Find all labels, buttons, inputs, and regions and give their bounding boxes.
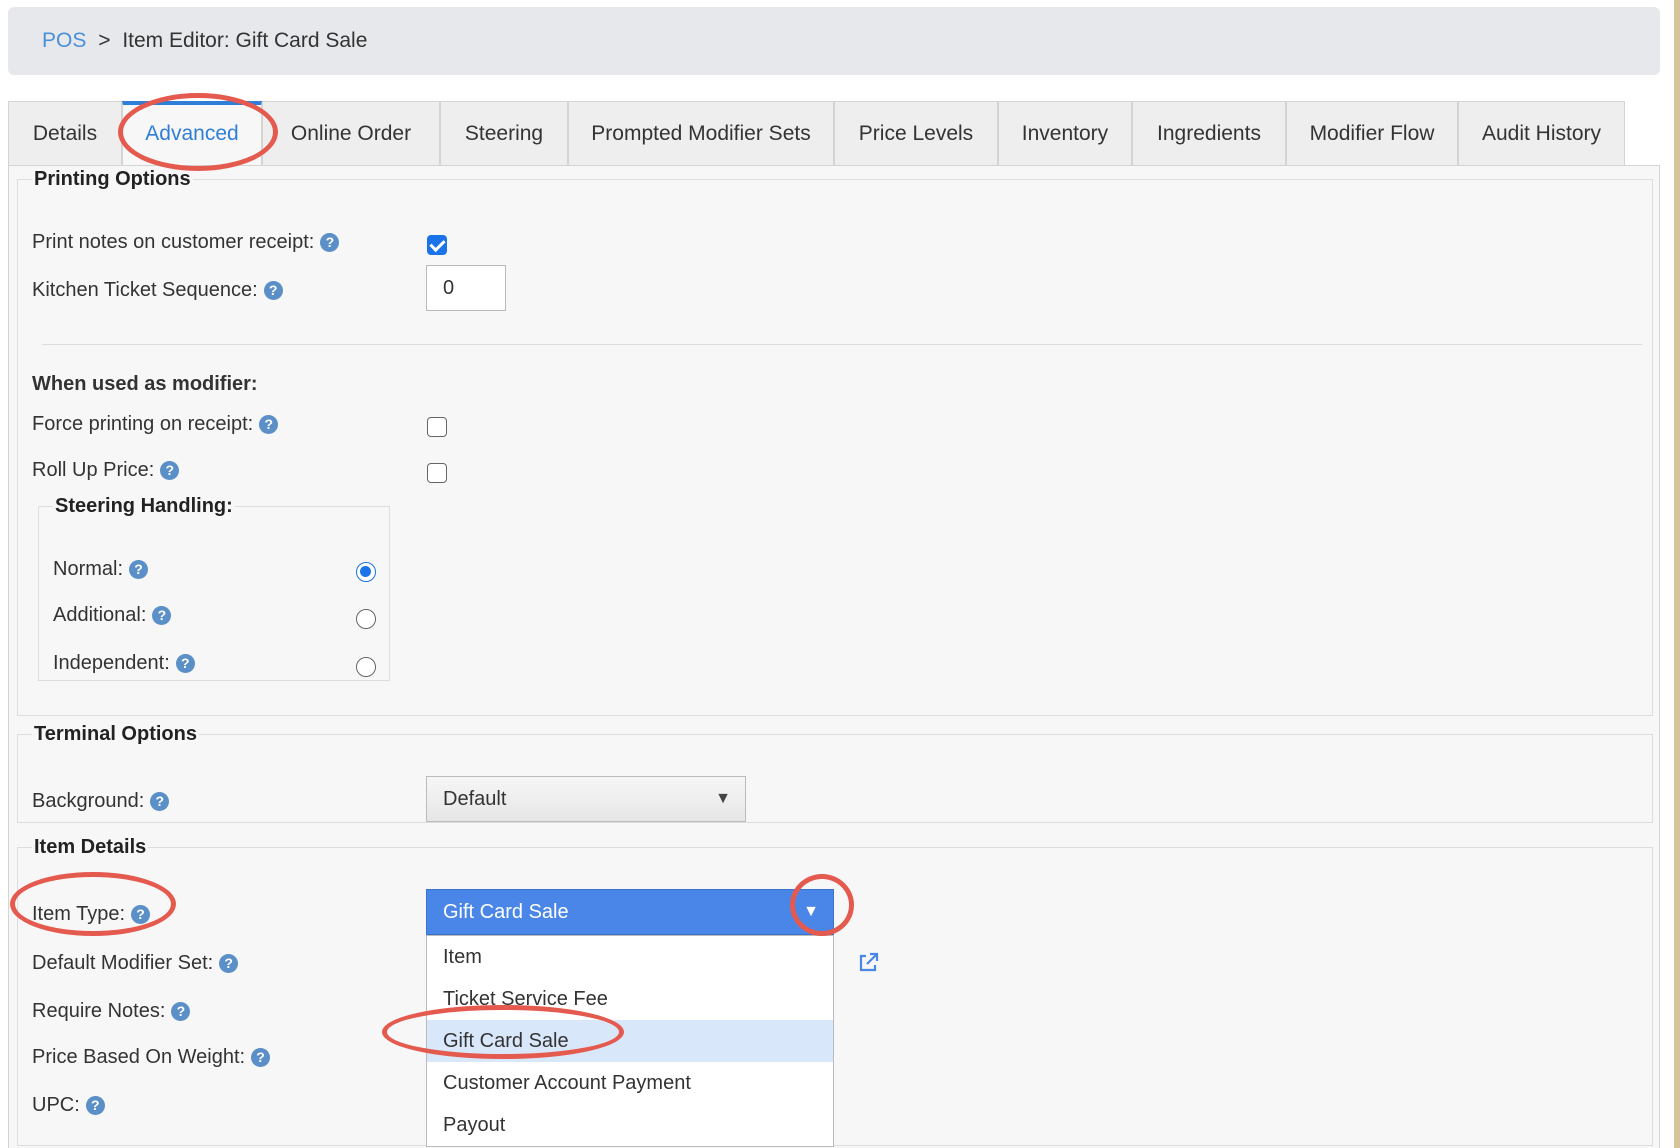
- steering-normal-label: Normal:?: [53, 558, 149, 581]
- steering-additional-radio[interactable]: [356, 609, 376, 629]
- require-notes-label: Require Notes:?: [32, 1000, 191, 1023]
- price-weight-label: Price Based On Weight:?: [32, 1046, 271, 1069]
- help-icon[interactable]: ?: [152, 606, 172, 625]
- item-type-option-customer-account-payment[interactable]: Customer Account Payment: [427, 1062, 833, 1104]
- help-icon[interactable]: ?: [263, 281, 283, 300]
- breadcrumb-link-pos[interactable]: POS: [42, 29, 86, 52]
- tab-online-order[interactable]: Online Order: [262, 101, 440, 166]
- background-label: Background:?: [32, 790, 170, 813]
- item-type-option-gift-card-sale[interactable]: Gift Card Sale: [427, 1020, 833, 1062]
- external-link-icon[interactable]: [856, 951, 880, 975]
- roll-up-price-label: Roll Up Price:?: [32, 459, 180, 482]
- kitchen-sequence-input[interactable]: 0: [426, 265, 506, 311]
- item-details-legend: Item Details: [34, 836, 147, 858]
- item-type-select[interactable]: Gift Card Sale ▼: [426, 889, 834, 935]
- steering-handling-group: Steering Handling: Normal:? Additional:?…: [38, 495, 390, 681]
- window-edge: [1674, 0, 1680, 1148]
- tab-details[interactable]: Details: [8, 101, 122, 166]
- force-printing-checkbox[interactable]: [427, 417, 447, 437]
- modifier-heading: When used as modifier:: [32, 373, 258, 395]
- terminal-options-legend: Terminal Options: [34, 723, 197, 745]
- default-modifier-set-label: Default Modifier Set:?: [32, 952, 239, 975]
- item-type-option-ticket-service-fee[interactable]: Ticket Service Fee: [427, 978, 833, 1020]
- item-details-group: Item Details Item Type:? Default Modifie…: [17, 836, 1653, 1147]
- help-icon[interactable]: ?: [251, 1048, 271, 1067]
- breadcrumb-current: Item Editor: Gift Card Sale: [122, 29, 368, 52]
- help-icon[interactable]: ?: [129, 560, 149, 579]
- tab-inventory[interactable]: Inventory: [998, 101, 1132, 166]
- background-select-value: Default: [443, 788, 507, 810]
- help-icon[interactable]: ?: [175, 654, 195, 673]
- tab-steering[interactable]: Steering: [440, 101, 568, 166]
- background-select[interactable]: Default ▼: [426, 776, 746, 822]
- force-printing-label: Force printing on receipt:?: [32, 413, 279, 436]
- kitchen-sequence-label: Kitchen Ticket Sequence:?: [32, 279, 283, 302]
- item-type-option-payout[interactable]: Payout: [427, 1104, 833, 1146]
- breadcrumb-separator: >: [98, 29, 111, 52]
- steering-handling-legend: Steering Handling:: [55, 495, 233, 517]
- caret-down-icon[interactable]: ▼: [803, 890, 819, 934]
- steering-independent-radio[interactable]: [356, 657, 376, 677]
- help-icon[interactable]: ?: [150, 792, 170, 811]
- help-icon[interactable]: ?: [320, 233, 340, 252]
- terminal-options-group: Terminal Options Background:? Default ▼: [17, 723, 1653, 823]
- tab-advanced[interactable]: Advanced: [122, 101, 262, 166]
- tab-prompted-modifier-sets[interactable]: Prompted Modifier Sets: [568, 101, 834, 166]
- printing-options-legend: Printing Options: [34, 168, 191, 190]
- help-icon[interactable]: ?: [131, 905, 151, 924]
- upc-label: UPC:?: [32, 1094, 105, 1117]
- item-type-dropdown: Item Ticket Service Fee Gift Card Sale C…: [426, 935, 834, 1147]
- item-type-label: Item Type:?: [32, 903, 151, 926]
- roll-up-price-checkbox[interactable]: [427, 463, 447, 483]
- help-icon[interactable]: ?: [259, 415, 279, 434]
- tab-audit-history[interactable]: Audit History: [1458, 101, 1625, 166]
- item-type-select-value: Gift Card Sale: [443, 901, 569, 923]
- steering-normal-radio[interactable]: [356, 562, 376, 582]
- tab-modifier-flow[interactable]: Modifier Flow: [1286, 101, 1458, 166]
- advanced-panel: Printing Options Print notes on customer…: [8, 165, 1660, 1148]
- print-notes-checkbox[interactable]: [427, 235, 447, 255]
- steering-additional-label: Additional:?: [53, 604, 172, 627]
- printing-options-group: Printing Options Print notes on customer…: [17, 168, 1653, 716]
- tab-price-levels[interactable]: Price Levels: [834, 101, 998, 166]
- help-icon[interactable]: ?: [171, 1002, 191, 1021]
- help-icon[interactable]: ?: [85, 1096, 105, 1115]
- tab-ingredients[interactable]: Ingredients: [1132, 101, 1286, 166]
- breadcrumb: POS > Item Editor: Gift Card Sale: [8, 7, 1660, 75]
- help-icon[interactable]: ?: [160, 461, 180, 480]
- steering-independent-label: Independent:?: [53, 652, 195, 675]
- divider: [42, 344, 1642, 345]
- print-notes-label: Print notes on customer receipt:?: [32, 231, 340, 254]
- caret-down-icon: ▼: [715, 790, 731, 807]
- help-icon[interactable]: ?: [219, 954, 239, 973]
- item-type-option-item[interactable]: Item: [427, 936, 833, 978]
